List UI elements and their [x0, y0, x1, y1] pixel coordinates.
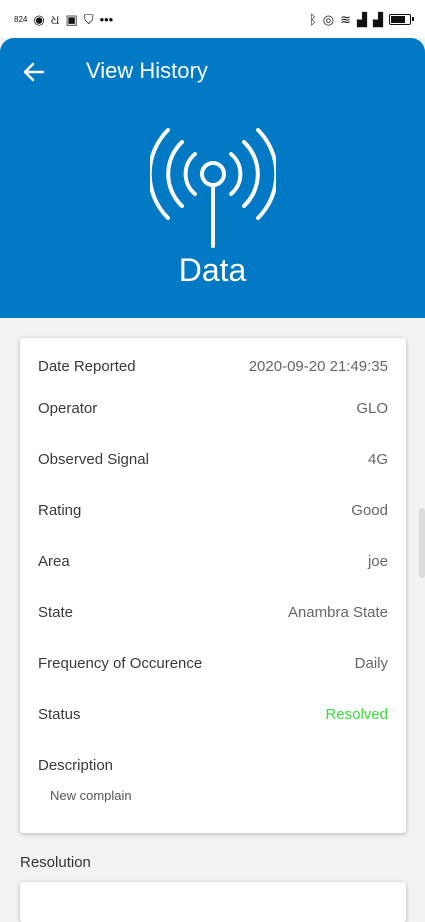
wifi-icon: ≋ [340, 11, 351, 27]
row-value: Anambra State [287, 603, 388, 621]
row-area: Area joe [38, 549, 388, 573]
row-label: Observed Signal [38, 450, 149, 468]
header: View History Data [0, 38, 425, 318]
cell-signal-2-icon: ▟ [373, 11, 383, 27]
row-observed-signal: Observed Signal 4G [38, 447, 388, 471]
row-date-reported: Date Reported 2020-09-20 21:49:35 [38, 354, 388, 378]
details-card: Date Reported 2020-09-20 21:49:35 Operat… [20, 338, 406, 833]
row-value: Daily [354, 654, 388, 672]
status-badge: Resolved [325, 705, 388, 723]
row-label: Date Reported [38, 357, 136, 375]
row-label: Rating [38, 501, 82, 519]
row-label: Status [38, 705, 81, 723]
row-label: Area [38, 552, 70, 570]
bluetooth-icon: ᛒ [308, 11, 317, 27]
row-value: Good [351, 501, 388, 519]
arrow-back-icon[interactable] [18, 56, 50, 88]
description-text: New complain [50, 788, 132, 803]
row-operator: Operator GLO [38, 396, 388, 420]
row-value: 4G [367, 450, 388, 468]
row-rating: Rating Good [38, 498, 388, 522]
row-label: Description [38, 756, 114, 774]
scrollbar[interactable] [419, 508, 425, 578]
row-frequency: Frequency of Occurence Daily [38, 651, 388, 675]
location-icon: ◎ [322, 11, 335, 27]
facebook-icon: ▣ [65, 11, 78, 27]
row-status: Status Resolved [38, 702, 388, 726]
resolution-heading: Resolution [20, 854, 91, 871]
row-label: Operator [38, 399, 98, 417]
shield-icon: ⛉ [83, 11, 94, 27]
row-value: joe [367, 552, 388, 570]
status-bar: 824 ◉ ଧ ▣ ⛉ ••• ᛒ ◎ ≋ ▟ ▟ [0, 0, 425, 38]
whatsapp-icon: ◉ [33, 11, 45, 27]
more-dots-icon: ••• [99, 11, 114, 27]
row-state: State Anambra State [38, 600, 388, 624]
category-title: Data [178, 252, 247, 288]
row-value: GLO [356, 399, 388, 417]
page-title: View History [86, 58, 208, 83]
cell-signal-icon: ▟ [357, 11, 367, 27]
row-description: Description [38, 753, 388, 777]
row-label: Frequency of Occurence [38, 654, 203, 672]
status-time: 824 [14, 14, 28, 24]
signal-tower-icon [150, 128, 276, 248]
app-icon: ଧ [50, 11, 60, 27]
battery-icon [389, 13, 414, 25]
row-label: State [38, 603, 74, 621]
resolution-card [20, 882, 406, 922]
row-value: 2020-09-20 21:49:35 [248, 357, 388, 375]
